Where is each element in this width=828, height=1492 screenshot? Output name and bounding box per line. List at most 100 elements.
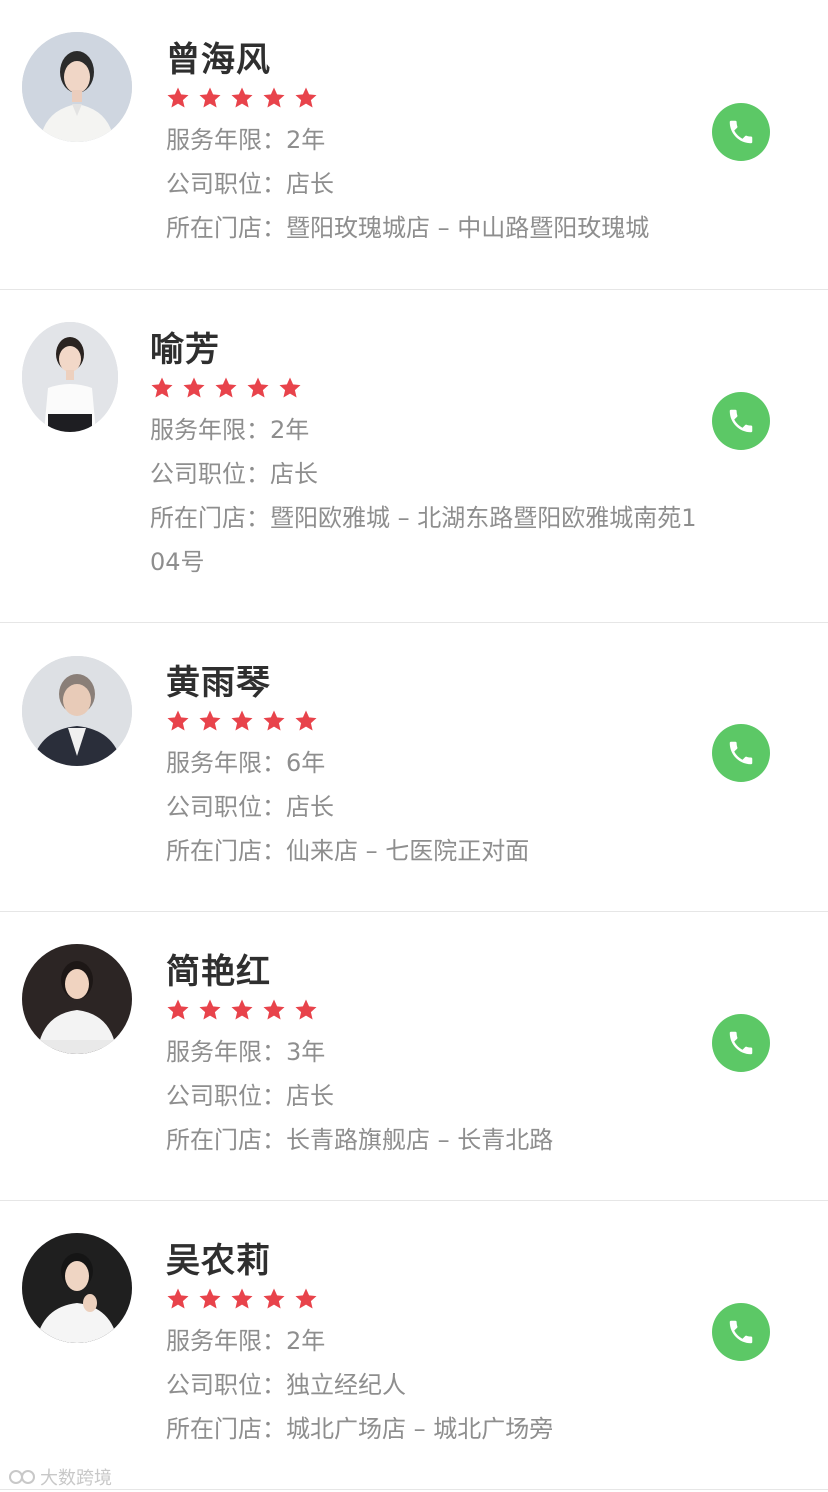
agent-info: 曾海风 服务年限：2年 公司职位：店长 所在门店：暨阳玫瑰城店 – 中山路暨阳玫… [166, 38, 708, 250]
store-location: 所在门店：暨阳欧雅城 – 北湖东路暨阳欧雅城南苑104号 [150, 496, 708, 584]
watermark-logo-icon [9, 1470, 35, 1484]
phone-icon [729, 1320, 753, 1344]
call-button[interactable] [712, 1014, 770, 1072]
company-position: 公司职位：店长 [166, 1074, 708, 1118]
agent-card[interactable]: 曾海风 服务年限：2年 公司职位：店长 所在门店：暨阳玫瑰城店 – 中山路暨阳玫… [0, 0, 828, 290]
position-value: 店长 [286, 170, 334, 198]
store-label: 所在门店： [166, 1415, 286, 1443]
star-icon [295, 999, 317, 1020]
rating-stars [166, 1285, 708, 1313]
service-value: 6年 [286, 749, 326, 777]
rating-stars [166, 707, 708, 735]
position-label: 公司职位： [166, 1371, 286, 1399]
phone-icon [729, 741, 753, 765]
rating-stars [166, 996, 708, 1024]
avatar [22, 1233, 132, 1343]
agent-info: 喻芳 服务年限：2年 公司职位：店长 所在门店：暨阳欧雅城 – 北湖东路暨阳欧雅… [150, 328, 708, 584]
call-button[interactable] [712, 724, 770, 782]
star-icon [231, 87, 253, 108]
star-icon [263, 710, 285, 731]
star-icon [199, 1288, 221, 1309]
call-button[interactable] [712, 1303, 770, 1361]
service-years: 服务年限：3年 [166, 1030, 708, 1074]
star-icon [263, 999, 285, 1020]
agent-name: 简艳红 [166, 952, 271, 992]
company-position: 公司职位：店长 [166, 162, 708, 206]
service-label: 服务年限： [166, 1038, 286, 1066]
star-icon [167, 1288, 189, 1309]
star-icon [247, 377, 269, 398]
service-years: 服务年限：2年 [166, 1319, 708, 1363]
position-value: 店长 [270, 460, 318, 488]
store-label: 所在门店： [166, 837, 286, 865]
agent-info: 黄雨琴 服务年限：6年 公司职位：店长 所在门店：仙来店 – 七医院正对面 [166, 661, 708, 873]
star-icon [263, 87, 285, 108]
service-years: 服务年限：6年 [166, 741, 708, 785]
company-position: 公司职位：独立经纪人 [166, 1363, 708, 1407]
service-label: 服务年限： [166, 126, 286, 154]
agent-card[interactable]: 喻芳 服务年限：2年 公司职位：店长 所在门店：暨阳欧雅城 – 北湖东路暨阳欧雅… [0, 290, 828, 623]
avatar [22, 32, 132, 142]
agent-name: 吴农莉 [166, 1241, 271, 1281]
position-label: 公司职位： [166, 1082, 286, 1110]
agent-name: 曾海风 [166, 40, 271, 80]
store-value: 城北广场店 – 城北广场旁 [286, 1415, 554, 1443]
position-value: 独立经纪人 [286, 1371, 406, 1399]
service-value: 3年 [286, 1038, 326, 1066]
agent-card[interactable]: 吴农莉 服务年限：2年 公司职位：独立经纪人 所在门店：城北广场店 – 城北广场… [0, 1201, 828, 1490]
store-value: 仙来店 – 七医院正对面 [286, 837, 530, 865]
service-label: 服务年限： [166, 1327, 286, 1355]
star-icon [295, 87, 317, 108]
phone-icon [729, 409, 753, 433]
service-years: 服务年限：2年 [150, 408, 708, 452]
store-location: 所在门店：暨阳玫瑰城店 – 中山路暨阳玫瑰城 [166, 206, 708, 250]
star-icon [231, 999, 253, 1020]
store-label: 所在门店： [150, 504, 270, 532]
avatar [22, 944, 132, 1054]
store-value: 暨阳玫瑰城店 – 中山路暨阳玫瑰城 [286, 214, 650, 242]
star-icon [167, 710, 189, 731]
position-label: 公司职位： [150, 460, 270, 488]
watermark: 大数跨境 [8, 1464, 112, 1490]
star-icon [295, 1288, 317, 1309]
position-label: 公司职位： [166, 170, 286, 198]
call-button[interactable] [712, 392, 770, 450]
avatar [22, 656, 132, 766]
position-value: 店长 [286, 793, 334, 821]
phone-icon [729, 1031, 753, 1055]
agent-card[interactable]: 黄雨琴 服务年限：6年 公司职位：店长 所在门店：仙来店 – 七医院正对面 [0, 623, 828, 912]
star-icon [183, 377, 205, 398]
store-location: 所在门店：长青路旗舰店 – 长青北路 [166, 1118, 708, 1162]
avatar [22, 322, 118, 432]
star-icon [231, 710, 253, 731]
rating-stars [150, 374, 708, 402]
position-value: 店长 [286, 1082, 334, 1110]
company-position: 公司职位：店长 [166, 785, 708, 829]
star-icon [199, 87, 221, 108]
service-label: 服务年限： [166, 749, 286, 777]
store-label: 所在门店： [166, 1126, 286, 1154]
service-value: 2年 [270, 416, 310, 444]
star-icon [231, 1288, 253, 1309]
store-value: 长青路旗舰店 – 长青北路 [286, 1126, 554, 1154]
service-value: 2年 [286, 126, 326, 154]
star-icon [263, 1288, 285, 1309]
star-icon [151, 377, 173, 398]
star-icon [167, 87, 189, 108]
watermark-text: 大数跨境 [40, 1468, 112, 1489]
agent-info: 吴农莉 服务年限：2年 公司职位：独立经纪人 所在门店：城北广场店 – 城北广场… [166, 1239, 708, 1451]
rating-stars [166, 84, 708, 112]
company-position: 公司职位：店长 [150, 452, 708, 496]
agent-info: 简艳红 服务年限：3年 公司职位：店长 所在门店：长青路旗舰店 – 长青北路 [166, 950, 708, 1162]
star-icon [295, 710, 317, 731]
star-icon [199, 710, 221, 731]
service-label: 服务年限： [150, 416, 270, 444]
call-button[interactable] [712, 103, 770, 161]
agent-name: 黄雨琴 [166, 663, 271, 703]
agent-card[interactable]: 简艳红 服务年限：3年 公司职位：店长 所在门店：长青路旗舰店 – 长青北路 [0, 912, 828, 1201]
store-location: 所在门店：城北广场店 – 城北广场旁 [166, 1407, 708, 1451]
agent-name: 喻芳 [150, 330, 220, 370]
star-icon [215, 377, 237, 398]
service-value: 2年 [286, 1327, 326, 1355]
star-icon [279, 377, 301, 398]
